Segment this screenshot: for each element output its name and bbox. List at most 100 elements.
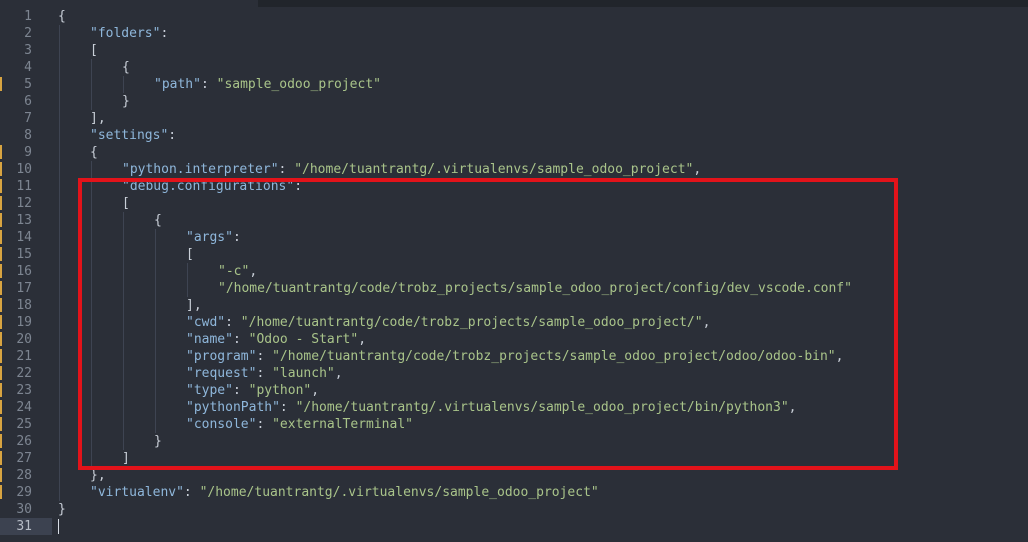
code-line[interactable]: 5 "path": "sample_odoo_project" — [0, 76, 1028, 93]
line-number: 22 — [16, 366, 32, 381]
json-punctuation: } — [122, 94, 130, 109]
indent-guide — [59, 161, 60, 178]
code-text: "path": "sample_odoo_project" — [154, 76, 381, 93]
json-punctuation: : — [200, 77, 217, 92]
line-number: 4 — [24, 60, 32, 75]
json-string: "/home/tuantrantg/.virtualenvs/sample_od… — [294, 162, 694, 177]
line-number: 9 — [24, 145, 32, 160]
json-punctuation: { — [90, 145, 98, 160]
indent-guide — [59, 433, 60, 450]
line-number: 8 — [24, 128, 32, 143]
indent-guide — [91, 76, 92, 93]
line-number: 1 — [24, 9, 32, 24]
indent-guide — [91, 161, 92, 178]
indent-guide — [59, 59, 60, 76]
indent-guide — [59, 127, 60, 144]
json-key: "path" — [154, 77, 201, 92]
code-line[interactable]: 2 "folders": — [0, 25, 1028, 42]
code-line[interactable]: 10 "python.interpreter": "/home/tuantrant… — [0, 161, 1028, 178]
code-text: [ — [90, 42, 98, 59]
json-string: "/home/tuantrantg/.virtualenvs/sample_od… — [199, 485, 599, 500]
json-punctuation: , — [693, 162, 702, 177]
json-punctuation: }, — [90, 468, 106, 483]
indent-guide — [59, 382, 60, 399]
code-line[interactable]: 31 — [0, 518, 1028, 535]
indent-guide — [59, 331, 60, 348]
indent-guide — [59, 42, 60, 59]
code-line[interactable]: 9{ — [0, 144, 1028, 161]
code-line[interactable]: 3[ — [0, 42, 1028, 59]
indent-guide — [91, 59, 92, 76]
line-number: 30 — [16, 502, 32, 517]
indent-guide — [91, 93, 92, 110]
json-punctuation: : — [183, 485, 200, 500]
indent-guide — [59, 297, 60, 314]
indent-guide — [123, 76, 124, 93]
code-text: } — [58, 501, 66, 518]
indent-guide — [59, 246, 60, 263]
json-punctuation: } — [58, 502, 66, 517]
tab-bar — [0, 0, 1028, 7]
json-string: "sample_odoo_project" — [216, 77, 381, 92]
line-number: 2 — [24, 26, 32, 41]
code-text: { — [122, 59, 130, 76]
line-number: 11 — [16, 179, 32, 194]
line-number: 29 — [16, 485, 32, 500]
indent-guide — [59, 416, 60, 433]
line-number: 24 — [16, 400, 32, 415]
indent-guide — [59, 365, 60, 382]
code-line[interactable]: 8 "settings": — [0, 127, 1028, 144]
line-number: 15 — [16, 247, 32, 262]
code-line[interactable]: 4{ — [0, 59, 1028, 76]
line-number: 3 — [24, 43, 32, 58]
line-number: 6 — [24, 94, 32, 109]
indent-guide — [59, 144, 60, 161]
line-number: 23 — [16, 383, 32, 398]
line-number: 20 — [16, 332, 32, 347]
line-number: 25 — [16, 417, 32, 432]
line-number: 17 — [16, 281, 32, 296]
code-line[interactable]: 6} — [0, 93, 1028, 110]
line-number: 7 — [24, 111, 32, 126]
line-number: 26 — [16, 434, 32, 449]
json-key: "folders" — [90, 26, 161, 41]
line-number: 21 — [16, 349, 32, 364]
line-number: 14 — [16, 230, 32, 245]
json-punctuation: : — [168, 128, 177, 143]
line-number: 31 — [0, 518, 52, 535]
code-editor[interactable]: 1{2 "folders": 3[4{5 "path": "sample_odoo_p… — [0, 0, 1028, 542]
json-key: "python.interpreter" — [122, 162, 279, 177]
code-text: "folders": — [90, 25, 168, 42]
code-text: { — [58, 8, 66, 25]
indent-guide — [59, 76, 60, 93]
json-punctuation: { — [122, 60, 130, 75]
line-number: 19 — [16, 315, 32, 330]
json-punctuation: { — [58, 9, 66, 24]
indent-guide — [59, 195, 60, 212]
indent-guide — [59, 93, 60, 110]
code-line[interactable]: 1{ — [0, 8, 1028, 25]
indent-guide — [59, 280, 60, 297]
indent-guide — [59, 484, 60, 501]
code-text: ], — [90, 110, 106, 127]
code-line[interactable]: 29 "virtualenv": "/home/tuantrantg/.virtu… — [0, 484, 1028, 501]
indent-guide — [59, 348, 60, 365]
line-number: 16 — [16, 264, 32, 279]
code-line[interactable]: 30} — [0, 501, 1028, 518]
json-key: "settings" — [90, 128, 169, 143]
code-text: } — [122, 93, 130, 110]
line-number: 10 — [16, 162, 32, 177]
indent-guide — [59, 450, 60, 467]
editor-tab[interactable] — [0, 0, 258, 7]
code-text: "python.interpreter": "/home/tuantrantg/… — [122, 161, 701, 178]
json-punctuation: : — [278, 162, 295, 177]
indent-guide — [59, 399, 60, 416]
json-punctuation: : — [160, 26, 169, 41]
line-number: 13 — [16, 213, 32, 228]
indent-guide — [59, 25, 60, 42]
indent-guide — [59, 467, 60, 484]
code-text: "settings": — [90, 127, 176, 144]
json-punctuation: ], — [90, 111, 106, 126]
json-key: "virtualenv" — [90, 485, 184, 500]
code-line[interactable]: 7], — [0, 110, 1028, 127]
